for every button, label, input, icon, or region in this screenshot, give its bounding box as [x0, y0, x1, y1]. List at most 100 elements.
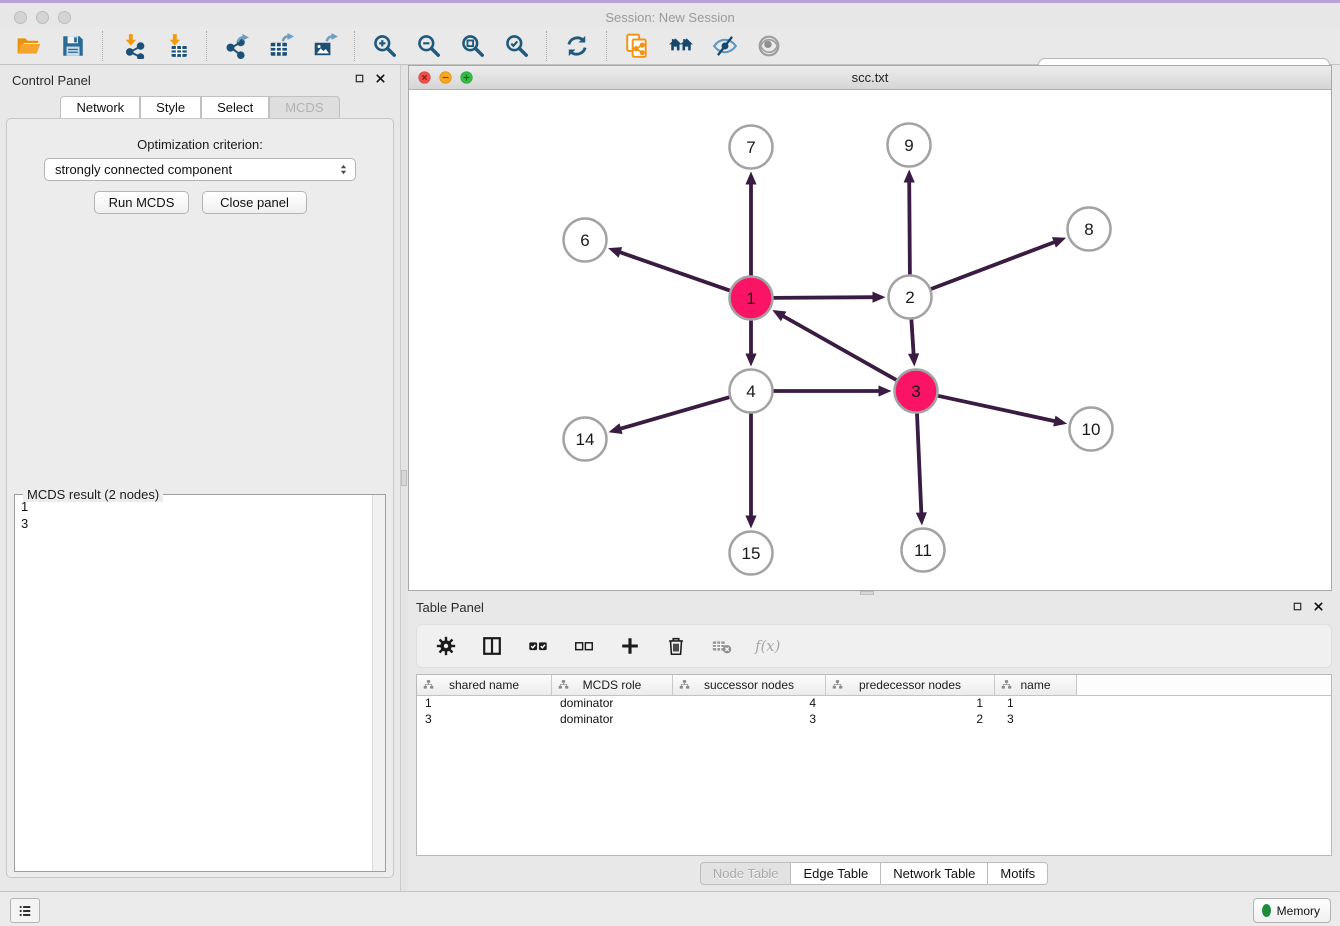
control-tab-mcds[interactable]: MCDS — [269, 96, 339, 118]
column-header-predecessor-nodes[interactable]: predecessor nodes — [826, 675, 995, 695]
table-tab-network-table[interactable]: Network Table — [880, 862, 988, 885]
table-tab-node-table[interactable]: Node Table — [700, 862, 792, 885]
edge-arrow-1-6 — [608, 247, 622, 258]
control-tab-network[interactable]: Network — [60, 96, 140, 118]
edge-3-1[interactable] — [782, 315, 897, 380]
edge-2-8[interactable] — [931, 242, 1056, 289]
delete-column-button[interactable] — [661, 631, 691, 661]
column-layout-button[interactable] — [477, 631, 507, 661]
home-view-button[interactable] — [666, 31, 696, 61]
edge-1-2[interactable] — [774, 297, 875, 298]
column-header-label: MCDS role — [583, 678, 642, 692]
column-header-MCDS-role[interactable]: MCDS role — [552, 675, 673, 695]
svg-text:7: 7 — [746, 138, 755, 157]
control-tab-style[interactable]: Style — [140, 96, 201, 118]
mcds-result-text[interactable]: 13 — [15, 495, 372, 871]
table-cell[interactable]: 3 — [995, 712, 1077, 728]
bird-eye-view-button[interactable] — [754, 31, 784, 61]
column-header-name[interactable]: name — [995, 675, 1077, 695]
node-9[interactable]: 9 — [888, 124, 931, 167]
edge-arrow-1-4 — [745, 354, 756, 367]
mcds-result-scrollbar[interactable] — [372, 495, 385, 871]
table-cell[interactable]: 1 — [417, 696, 552, 712]
table-cell[interactable]: 1 — [995, 696, 1077, 712]
eye-slash-icon — [712, 33, 738, 59]
duplicate-network-button[interactable] — [622, 31, 652, 61]
edge-4-14[interactable] — [619, 397, 729, 429]
save-session-button[interactable] — [58, 31, 88, 61]
column-header-shared-name[interactable]: shared name — [417, 675, 552, 695]
edge-3-10[interactable] — [938, 396, 1056, 422]
select-all-columns-button[interactable] — [523, 631, 553, 661]
network-canvas[interactable]: 7 9 6 8 1 2 4 3 14 10 15 11 — [409, 90, 1331, 590]
network-window-titlebar[interactable]: scc.txt — [409, 66, 1331, 90]
memory-button[interactable]: Memory — [1253, 898, 1331, 923]
node-3[interactable]: 3 — [895, 370, 938, 413]
import-table-button[interactable] — [162, 31, 192, 61]
edge-arrow-3-11 — [916, 512, 927, 525]
edge-arrow-2-8 — [1052, 237, 1066, 248]
table-panel-title: Table Panel — [416, 600, 484, 615]
table-row[interactable]: 1dominator411 — [417, 696, 1331, 712]
zoom-fit-button[interactable] — [458, 31, 488, 61]
edge-2-3[interactable] — [911, 320, 913, 356]
export-image-button[interactable] — [310, 31, 340, 61]
export-network-button[interactable] — [222, 31, 252, 61]
node-8[interactable]: 8 — [1068, 208, 1111, 251]
delete-table-button[interactable] — [707, 631, 737, 661]
toggle-visibility-button[interactable] — [710, 31, 740, 61]
svg-text:1: 1 — [746, 289, 755, 308]
node-4[interactable]: 4 — [730, 370, 773, 413]
column-header-successor-nodes[interactable]: successor nodes — [673, 675, 826, 695]
close-panel-icon[interactable] — [375, 73, 386, 84]
import-network-button[interactable] — [118, 31, 148, 61]
table-tab-motifs[interactable]: Motifs — [987, 862, 1048, 885]
zoom-out-button[interactable] — [414, 31, 444, 61]
float-table-panel-icon[interactable] — [1292, 601, 1303, 612]
node-10[interactable]: 10 — [1070, 408, 1113, 451]
table-tab-edge-table[interactable]: Edge Table — [790, 862, 881, 885]
table-cell[interactable]: dominator — [552, 696, 673, 712]
table-cell[interactable]: 2 — [826, 712, 995, 728]
zoom-fit-icon — [460, 33, 486, 59]
criterion-select[interactable]: strongly connected component — [44, 158, 356, 181]
refresh-view-button[interactable] — [562, 31, 592, 61]
node-7[interactable]: 7 — [730, 126, 773, 169]
edge-2-9[interactable] — [909, 181, 910, 275]
edge-1-6[interactable] — [619, 252, 730, 291]
node-14[interactable]: 14 — [564, 418, 607, 461]
table-cell[interactable]: 1 — [826, 696, 995, 712]
table-panel: Table Panel f(x) shared name MCDS role suc… — [408, 595, 1340, 891]
edge-3-11[interactable] — [917, 414, 921, 515]
node-1[interactable]: 1 — [730, 277, 773, 320]
add-column-button[interactable] — [615, 631, 645, 661]
control-tab-select[interactable]: Select — [201, 96, 269, 118]
run-mcds-button[interactable]: Run MCDS — [94, 191, 189, 214]
zoom-in-button[interactable] — [370, 31, 400, 61]
task-history-button[interactable] — [10, 898, 40, 923]
table-cell[interactable]: 4 — [673, 696, 826, 712]
table-row[interactable]: 3dominator323 — [417, 712, 1331, 728]
table-cell[interactable]: dominator — [552, 712, 673, 728]
node-15[interactable]: 15 — [730, 532, 773, 575]
open-session-button[interactable] — [14, 31, 44, 61]
deselect-all-columns-button[interactable] — [569, 631, 599, 661]
table-settings-button[interactable] — [431, 631, 461, 661]
node-2[interactable]: 2 — [889, 276, 932, 319]
criterion-select-value: strongly connected component — [45, 162, 336, 177]
control-panel-title: Control Panel — [12, 73, 91, 88]
vertical-splitter-handle[interactable] — [401, 470, 407, 486]
table-cell[interactable]: 3 — [673, 712, 826, 728]
export-network-icon — [224, 33, 250, 59]
function-builder-button[interactable]: f(x) — [753, 631, 783, 661]
table-toolbar: f(x) — [416, 624, 1332, 668]
import-table-icon — [164, 33, 190, 59]
float-panel-icon[interactable] — [354, 73, 365, 84]
node-11[interactable]: 11 — [902, 529, 945, 572]
close-panel-button[interactable]: Close panel — [202, 191, 307, 214]
table-cell[interactable]: 3 — [417, 712, 552, 728]
export-table-button[interactable] — [266, 31, 296, 61]
zoom-selected-button[interactable] — [502, 31, 532, 61]
close-table-panel-icon[interactable] — [1313, 601, 1324, 612]
node-6[interactable]: 6 — [564, 219, 607, 262]
